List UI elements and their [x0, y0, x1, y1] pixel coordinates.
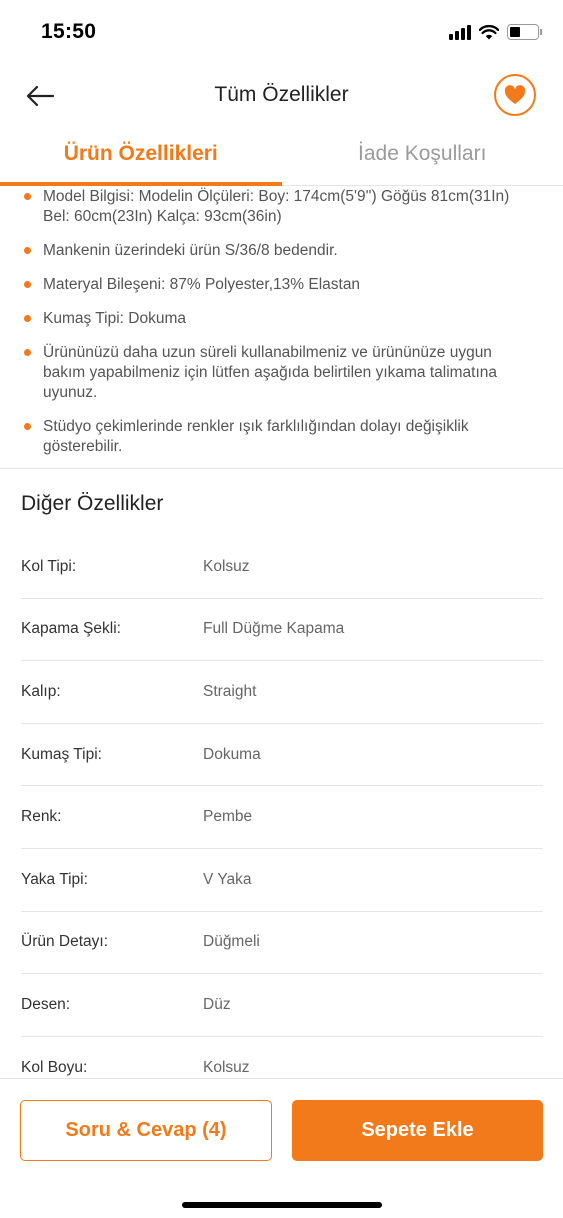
feature-value: Kolsuz — [203, 1058, 250, 1076]
favorite-button[interactable] — [494, 74, 536, 116]
table-row: Renk: Pembe — [21, 786, 543, 849]
bullet-dot — [24, 423, 31, 430]
status-bar: 15:50 — [0, 0, 563, 66]
feature-value: Pembe — [203, 808, 253, 826]
feature-key: Ürün Detayı: — [21, 933, 109, 951]
signal-icon — [449, 24, 471, 40]
bullet-text: Stüdyo çekimlerinde renkler ışık farklıl… — [43, 418, 469, 455]
battery-icon — [507, 24, 542, 40]
status-time: 15:50 — [41, 20, 97, 43]
feature-value: V Yaka — [203, 870, 252, 888]
table-row: Kapama Şekli: Full Düğme Kapama — [21, 599, 543, 662]
status-icons — [449, 24, 542, 40]
feature-key: Renk: — [21, 808, 62, 826]
feature-key: Kol Boyu: — [21, 1058, 88, 1076]
features-table: Kol Tipi: Kolsuz Kapama Şekli: Full Düğm… — [21, 536, 543, 1100]
feature-bullets: Model Bilgisi: Modelin Ölçüleri: Boy: 17… — [0, 187, 563, 457]
home-indicator[interactable] — [182, 1202, 382, 1208]
table-row: Kol Tipi: Kolsuz — [21, 536, 543, 599]
bullet-dot — [24, 349, 31, 356]
bullet-dot — [24, 315, 31, 322]
tab-product-features[interactable]: Ürün Özellikleri — [0, 130, 282, 186]
wifi-icon — [479, 24, 499, 39]
feature-value: Dokuma — [203, 745, 261, 763]
bottom-action-bar: Soru & Cevap (4) Sepete Ekle — [0, 1078, 563, 1218]
header: Tüm Özellikler — [0, 66, 563, 126]
list-item: Model Bilgisi: Modelin Ölçüleri: Boy: 17… — [24, 187, 533, 227]
feature-value: Düğmeli — [203, 933, 260, 951]
table-row: Kumaş Tipi: Dokuma — [21, 724, 543, 787]
tab-return-conditions[interactable]: İade Koşulları — [282, 130, 563, 185]
feature-key: Kapama Şekli: — [21, 620, 121, 638]
table-row: Yaka Tipi: V Yaka — [21, 849, 543, 912]
feature-value: Düz — [203, 995, 231, 1013]
bullet-dot — [24, 281, 31, 288]
table-row: Kalıp: Straight — [21, 661, 543, 724]
bullet-text: Materyal Bileşeni: 87% Polyester,13% Ela… — [43, 276, 361, 293]
section-divider — [0, 468, 563, 469]
table-row: Ürün Detayı: Düğmeli — [21, 912, 543, 975]
list-item: Mankenin üzerindeki ürün S/36/8 bedendir… — [24, 241, 533, 261]
bullet-text: Model Bilgisi: Modelin Ölçüleri: Boy: 17… — [43, 188, 510, 225]
feature-value: Full Düğme Kapama — [203, 620, 345, 638]
section-title-other-features: Diğer Özellikler — [21, 492, 164, 515]
list-item: Ürününüzü daha uzun süreli kullanabilmen… — [24, 343, 533, 403]
tab-bar: Ürün Özellikleri İade Koşulları — [0, 130, 563, 186]
bullet-dot — [24, 247, 31, 254]
list-item: Materyal Bileşeni: 87% Polyester,13% Ela… — [24, 275, 533, 295]
heart-icon — [504, 85, 526, 105]
page-title: Tüm Özellikler — [214, 83, 349, 106]
list-item: Kumaş Tipi: Dokuma — [24, 309, 533, 329]
feature-value: Straight — [203, 682, 257, 700]
bullet-text: Ürününüzü daha uzun süreli kullanabilmen… — [43, 344, 498, 401]
table-row: Desen: Düz — [21, 974, 543, 1037]
add-to-cart-button[interactable]: Sepete Ekle — [292, 1100, 543, 1161]
feature-key: Kumaş Tipi: — [21, 745, 102, 763]
bullet-text: Kumaş Tipi: Dokuma — [43, 310, 186, 327]
bullet-text: Mankenin üzerindeki ürün S/36/8 bedendir… — [43, 242, 338, 259]
feature-value: Kolsuz — [203, 557, 250, 575]
feature-key: Yaka Tipi: — [21, 870, 88, 888]
qa-button[interactable]: Soru & Cevap (4) — [20, 1100, 272, 1161]
feature-key: Desen: — [21, 995, 71, 1013]
list-item: Stüdyo çekimlerinde renkler ışık farklıl… — [24, 417, 533, 457]
feature-key: Kalıp: — [21, 682, 61, 700]
feature-key: Kol Tipi: — [21, 557, 77, 575]
bullet-dot — [24, 193, 31, 200]
